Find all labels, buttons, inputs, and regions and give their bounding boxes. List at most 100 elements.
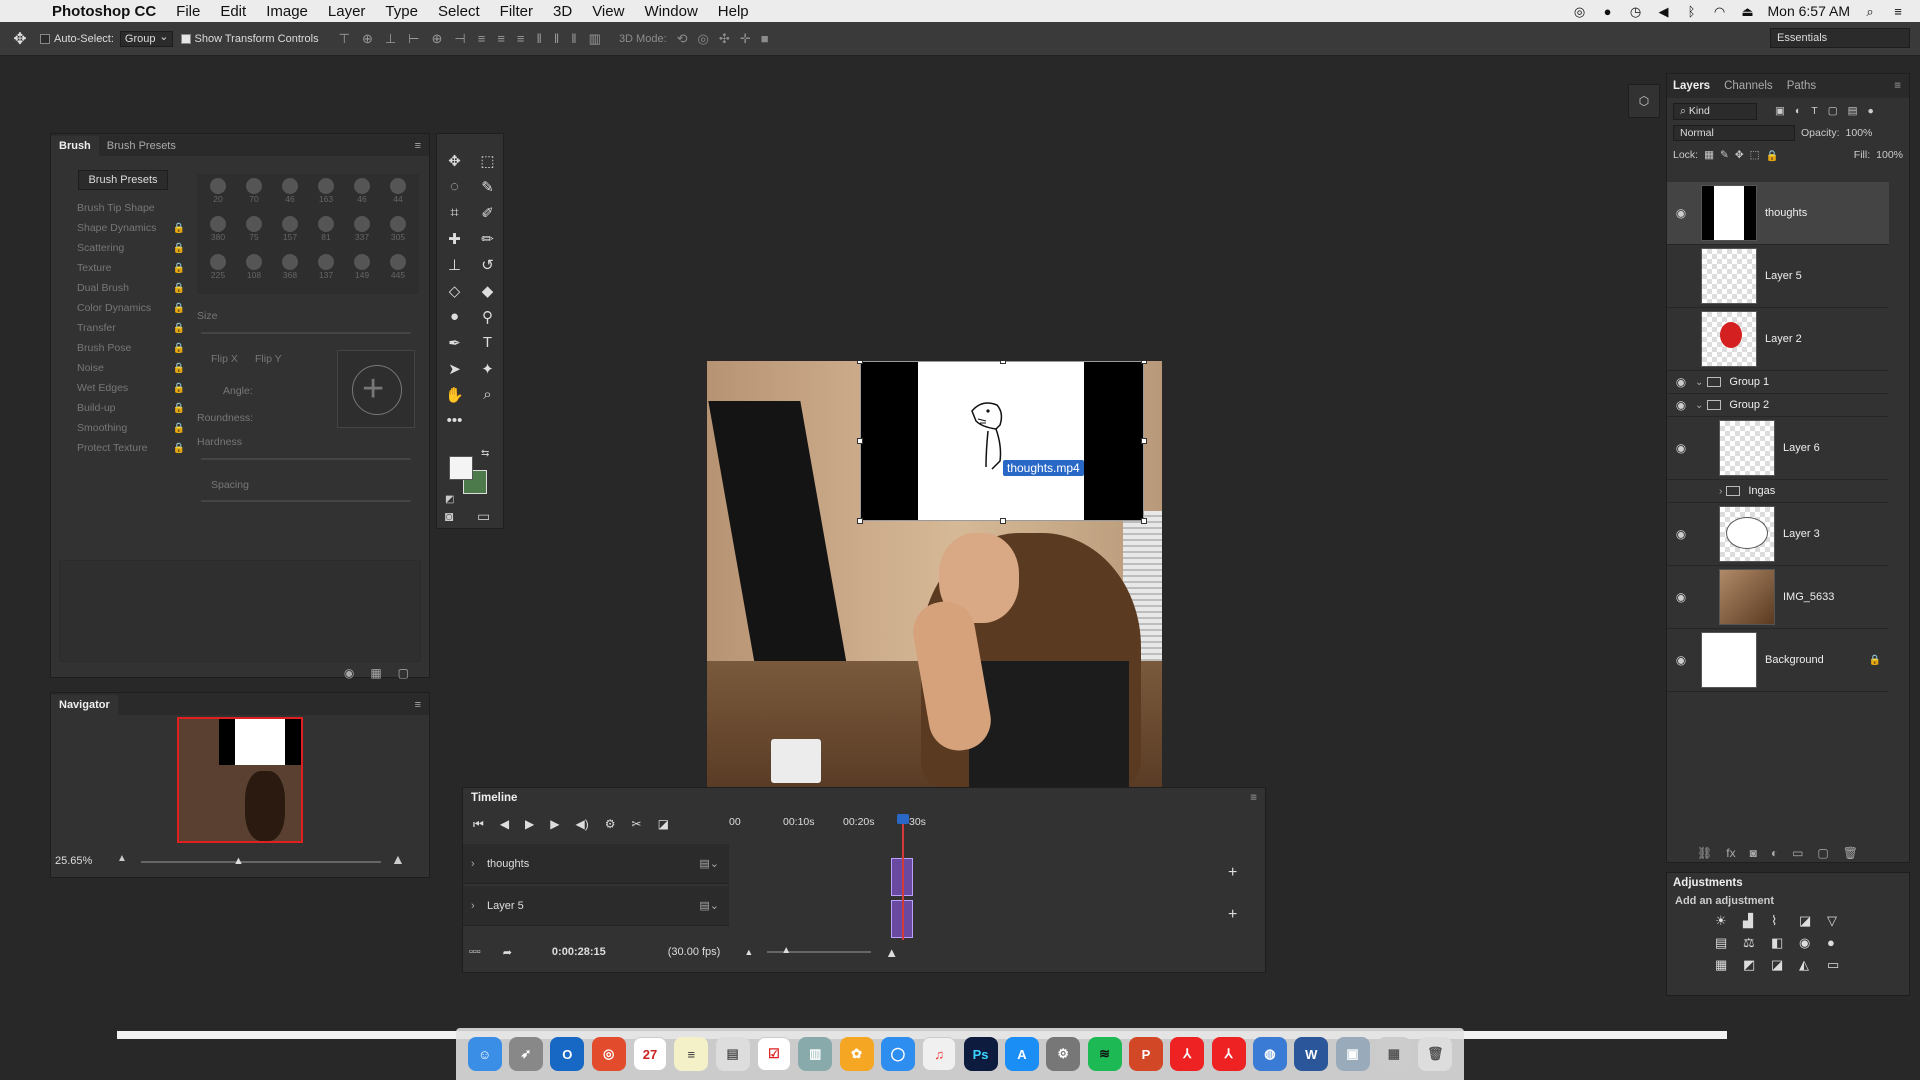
menu-image[interactable]: Image: [256, 3, 318, 20]
next-frame-icon[interactable]: ▶: [550, 817, 559, 831]
flip-x-checkbox[interactable]: Flip X: [211, 353, 238, 365]
layer-group-row[interactable]: ◉ ⌄ Group 2: [1667, 394, 1889, 417]
brush-tip[interactable]: 225: [201, 254, 235, 290]
calendar-app-icon[interactable]: 27: [632, 1037, 667, 1071]
clone-stamp-tool-icon[interactable]: ⊥: [438, 256, 471, 276]
notification-center-icon[interactable]: ≡: [1890, 4, 1906, 19]
app-store-app-icon[interactable]: A: [1004, 1037, 1039, 1071]
messages-app-icon[interactable]: ◯: [880, 1037, 915, 1071]
link-layers-icon[interactable]: ⛓: [1697, 846, 1712, 860]
lock-icon[interactable]: 🔒: [173, 343, 185, 354]
visibility-eye-icon[interactable]: ◉: [1667, 527, 1695, 541]
play-icon[interactable]: ▶: [525, 817, 534, 831]
flip-y-checkbox[interactable]: Flip Y: [255, 353, 282, 365]
menu-type[interactable]: Type: [375, 3, 428, 20]
lock-icon[interactable]: 🔒: [173, 423, 185, 434]
render-video-icon[interactable]: ➦: [503, 946, 512, 959]
pen-tool-icon[interactable]: ✒: [438, 334, 471, 354]
document-canvas[interactable]: thoughts.mp4: [707, 361, 1162, 787]
path-selection-tool-icon[interactable]: ➤: [438, 360, 471, 380]
filter-shape-icon[interactable]: ▢: [1828, 105, 1838, 117]
system-preferences-app-icon[interactable]: ⚙: [1046, 1037, 1081, 1071]
zoom-in-timeline-icon[interactable]: ▲: [885, 945, 898, 960]
zoom-out-icon[interactable]: ▲: [117, 853, 127, 864]
lock-transparent-icon[interactable]: ▦: [1704, 149, 1714, 161]
layer-row[interactable]: ◉ Layer 6: [1667, 417, 1889, 480]
brush-tip[interactable]: 20: [201, 178, 235, 214]
photo-filter-icon[interactable]: ◉: [1799, 935, 1823, 951]
delete-layer-icon[interactable]: 🗑: [1843, 846, 1858, 860]
marquee-tool-icon[interactable]: ⬚: [471, 152, 504, 172]
navigator-thumbnail[interactable]: [177, 717, 303, 843]
menu-filter[interactable]: Filter: [490, 3, 543, 20]
invert-icon[interactable]: ◩: [1743, 957, 1767, 973]
crop-tool-icon[interactable]: ⌗: [438, 204, 471, 224]
paint-bucket-tool-icon[interactable]: ◆: [471, 282, 504, 302]
tab-channels[interactable]: Channels: [1724, 80, 1773, 92]
spotify-app-icon[interactable]: ≋: [1087, 1037, 1122, 1071]
opacity-value[interactable]: 100%: [1846, 127, 1873, 139]
blend-mode-dropdown[interactable]: Normal: [1673, 125, 1795, 141]
panel-menu-icon[interactable]: ≡: [1250, 792, 1257, 804]
layer-group-row[interactable]: › Ingas: [1667, 480, 1889, 503]
zoom-slider-thumb[interactable]: ▲: [233, 855, 244, 867]
transform-handle[interactable]: [857, 361, 863, 364]
default-colors-icon[interactable]: ◩: [445, 494, 454, 505]
spotlight-search-icon[interactable]: ⌕: [1862, 4, 1878, 19]
roll-3d-icon[interactable]: ◎: [698, 31, 709, 47]
expand-track-icon[interactable]: ›: [471, 900, 487, 912]
visibility-eye-icon[interactable]: ◉: [1667, 206, 1695, 220]
notes-app-icon[interactable]: ≡: [674, 1037, 709, 1071]
color-swatches[interactable]: [449, 456, 489, 496]
acrobat-pro-app-icon[interactable]: ⅄: [1211, 1037, 1246, 1071]
playback-settings-icon[interactable]: ⚙: [605, 817, 616, 831]
new-group-icon[interactable]: ▭: [1792, 846, 1803, 860]
transform-handle[interactable]: [1000, 518, 1006, 524]
creative-cloud-icon[interactable]: ◎: [1572, 4, 1588, 19]
spacing-checkbox[interactable]: Spacing: [211, 479, 249, 491]
hue-saturation-icon[interactable]: ▤: [1715, 935, 1739, 951]
zoom-in-icon[interactable]: ▲: [391, 851, 405, 867]
filter-smart-object-icon[interactable]: ▤: [1848, 105, 1858, 117]
gradient-map-icon[interactable]: ▭: [1827, 957, 1851, 973]
brush-tip[interactable]: 46: [273, 178, 307, 214]
word-app-icon[interactable]: W: [1294, 1037, 1329, 1071]
time-machine-icon[interactable]: ◷: [1628, 4, 1644, 19]
lock-icon[interactable]: 🔒: [173, 383, 185, 394]
eraser-tool-icon[interactable]: ◇: [438, 282, 471, 302]
status-circle-icon[interactable]: ●: [1600, 4, 1616, 19]
eject-icon[interactable]: ⏏: [1740, 4, 1756, 19]
brush-option[interactable]: Wet Edges 🔒: [61, 378, 185, 398]
move-tool-icon[interactable]: ✥: [438, 152, 471, 172]
visibility-eye-icon[interactable]: ◉: [1667, 590, 1695, 604]
align-vcenter-icon[interactable]: ⊕: [362, 31, 373, 47]
menu-3d[interactable]: 3D: [543, 3, 582, 20]
photo-booth-app-icon[interactable]: ▥: [798, 1037, 833, 1071]
auto-select-target-dropdown[interactable]: Group: [119, 30, 173, 47]
color-balance-icon[interactable]: ⚖: [1743, 935, 1767, 951]
timeline-zoom-slider[interactable]: ▲: [767, 945, 872, 956]
channel-mixer-icon[interactable]: ●: [1827, 935, 1851, 951]
auto-align-icon[interactable]: ▥: [589, 31, 601, 47]
distribute-right-icon[interactable]: ‖: [571, 31, 576, 47]
hand-tool-icon[interactable]: ✋: [438, 386, 471, 406]
brush-option[interactable]: Noise 🔒: [61, 358, 185, 378]
brush-tip[interactable]: 137: [309, 254, 343, 290]
filmstrip-menu-icon[interactable]: ▤⌄: [699, 899, 719, 912]
tab-brush[interactable]: Brush: [51, 136, 99, 156]
3d-panel-icon[interactable]: ⬡: [1628, 84, 1660, 118]
align-bottom-icon[interactable]: ⊥: [385, 31, 396, 47]
distribute-left-icon[interactable]: ‖: [537, 31, 542, 47]
visibility-eye-icon[interactable]: ◉: [1667, 441, 1695, 455]
screen-mode-icon[interactable]: ▭: [477, 508, 490, 525]
filter-type-icon[interactable]: T: [1811, 105, 1817, 117]
lock-pixels-icon[interactable]: ✎: [1720, 149, 1729, 161]
panel-menu-icon[interactable]: ≡: [407, 136, 429, 156]
brush-tip[interactable]: 81: [309, 216, 343, 252]
timeline-track[interactable]: › Layer 5 ▤⌄: [463, 886, 729, 926]
posterize-icon[interactable]: ◪: [1771, 957, 1795, 973]
zoom-out-timeline-icon[interactable]: ▲: [744, 947, 753, 957]
timeline-track[interactable]: › thoughts ▤⌄: [463, 844, 729, 884]
quick-select-tool-icon[interactable]: ✎: [471, 178, 504, 198]
brush-tip[interactable]: 380: [201, 216, 235, 252]
